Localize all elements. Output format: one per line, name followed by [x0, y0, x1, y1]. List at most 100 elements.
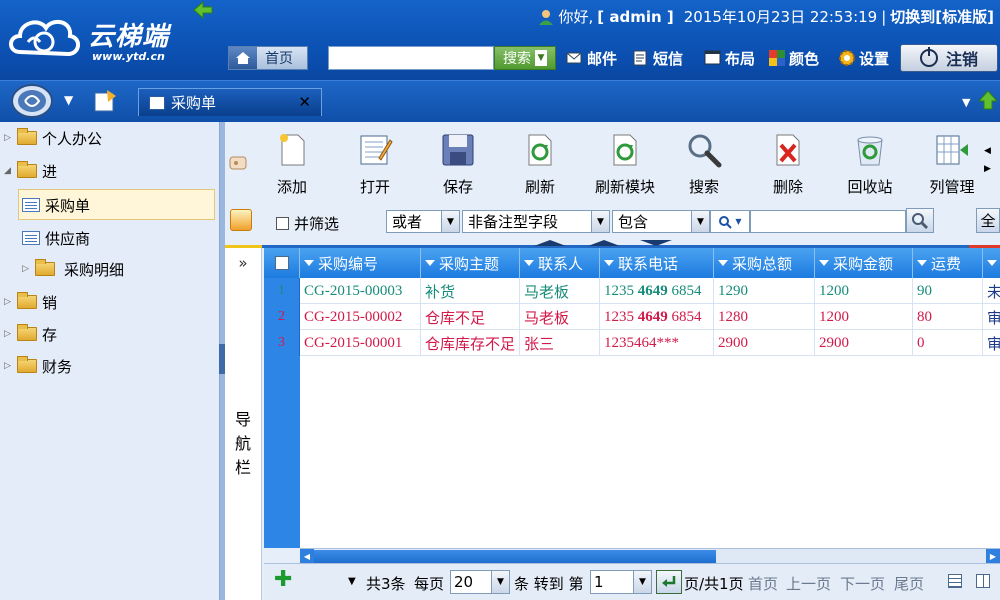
toolbar-scroll-arrows[interactable]: ◀ ▶ [984, 142, 991, 178]
collapse-caret-icon[interactable]: ◢ [4, 166, 12, 176]
checkbox[interactable] [274, 256, 289, 270]
refresh-button[interactable]: 刷新 [508, 132, 572, 198]
column-header-amount[interactable]: 采购金额 [815, 248, 913, 278]
back-arrow-icon[interactable] [192, 0, 214, 20]
go-page-button[interactable] [656, 570, 682, 594]
column-header-total[interactable]: 采购总额 [714, 248, 815, 278]
tree-item-sales[interactable]: ▷ 销 [4, 289, 57, 315]
column-header-contact[interactable]: 联系人 [520, 248, 600, 278]
add-button[interactable]: 添加 [260, 132, 324, 198]
save-button[interactable]: 保存 [426, 132, 490, 198]
expand-caret-icon[interactable]: ▷ [4, 329, 12, 339]
table-row[interactable]: 2 CG-2015-00002 仓库不足 马老板 1235 4649 6854 … [264, 304, 1000, 330]
close-icon[interactable]: ✕ [298, 93, 311, 111]
tab-menu-dropdown-icon[interactable]: ▼ [962, 96, 970, 109]
tree-item-purchase-detail[interactable]: ▷ 采购明细 [22, 256, 124, 282]
parallel-filter-checkbox[interactable]: 并筛选 [276, 213, 339, 234]
pager-menu-icon[interactable]: ▼ [348, 576, 356, 587]
settings-button[interactable]: 设置 [838, 46, 889, 70]
column-header-phone[interactable]: 联系电话 [600, 248, 714, 278]
color-button[interactable]: 颜色 [768, 46, 819, 70]
sort-dropdown-icon[interactable] [524, 260, 534, 266]
chevron-down-icon[interactable]: ▼ [691, 211, 709, 232]
column-header-status[interactable] [983, 248, 1000, 278]
expand-caret-icon[interactable]: ▷ [4, 361, 12, 371]
recycle-bin-button[interactable]: 回收站 [838, 132, 902, 198]
column-header-subject[interactable]: 采购主题 [421, 248, 520, 278]
home-button[interactable]: 首页 [228, 46, 308, 70]
last-page-link[interactable]: 尾页 [894, 573, 924, 594]
sort-dropdown-icon[interactable] [917, 260, 927, 266]
tree-item-purchase[interactable]: ◢ 进 [4, 158, 57, 184]
chevron-down-icon[interactable]: ▼ [535, 50, 547, 66]
select-all-checkbox[interactable] [264, 248, 300, 278]
column-header-freight[interactable]: 运费 [913, 248, 983, 278]
column-manage-button[interactable]: 列管理 [920, 132, 984, 198]
field-select[interactable]: 非备注型字段 ▼ [462, 210, 610, 233]
filter-all-button[interactable]: 全 [976, 208, 1000, 233]
filter-search-input[interactable] [750, 210, 906, 233]
expand-nav-icon[interactable]: » [225, 254, 261, 272]
tree-item-supplier[interactable]: 供应商 [22, 225, 90, 251]
tree-item-personal-office[interactable]: ▷ 个人办公 [4, 125, 102, 151]
scroll-left-icon[interactable]: ◀ [300, 549, 314, 564]
tree-item-purchase-order[interactable]: 采购单 [22, 192, 90, 218]
tree-item-inventory[interactable]: ▷ 存 [4, 321, 57, 347]
column-header-code[interactable]: 采购编号 [300, 248, 421, 278]
expand-caret-icon[interactable]: ▷ [22, 264, 30, 274]
cell-freight: 90 [913, 278, 983, 304]
logout-button[interactable]: 注销 [900, 44, 998, 72]
tree-item-finance[interactable]: ▷ 财务 [4, 353, 72, 379]
cell-total: 1280 [714, 304, 815, 330]
sort-dropdown-icon[interactable] [425, 260, 435, 266]
horizontal-scrollbar[interactable]: ◀ ▶ [300, 548, 1000, 564]
table-row[interactable]: 3 CG-2015-00001 仓库库存不足 张三 1235464*** 290… [264, 330, 1000, 356]
chevron-down-icon[interactable]: ▼ [491, 571, 509, 593]
mail-button[interactable]: 邮件 [566, 46, 617, 70]
global-search-input[interactable] [328, 46, 494, 70]
tab-purchase-order[interactable]: 采购单 ✕ [138, 88, 322, 116]
form-view-icon[interactable] [976, 574, 990, 588]
logic-select[interactable]: 或者 ▼ [386, 210, 460, 233]
layout-button[interactable]: 布局 [704, 46, 755, 70]
scroll-right-icon[interactable]: ▶ [986, 549, 1000, 564]
operator-select[interactable]: 包含 ▼ [612, 210, 710, 233]
sms-button[interactable]: 短信 [632, 46, 683, 70]
delete-button[interactable]: 删除 [756, 132, 820, 198]
table-row[interactable]: 1 CG-2015-00003 补货 马老板 1235 4649 6854 12… [264, 278, 1000, 304]
chevron-down-icon[interactable]: ▼ [633, 571, 651, 593]
first-page-link[interactable]: 首页 [748, 573, 778, 594]
page-select[interactable]: 1 ▼ [590, 570, 652, 594]
expand-caret-icon[interactable]: ▷ [4, 297, 12, 307]
expand-caret-icon[interactable]: ▷ [4, 133, 12, 143]
filter-search-button[interactable] [906, 208, 934, 233]
chevron-down-icon[interactable]: ▼ [591, 211, 609, 232]
phone-part-bold: 4649 [637, 282, 668, 299]
new-tab-icon[interactable] [92, 88, 118, 114]
chevron-down-icon[interactable]: ▼ [64, 93, 73, 107]
chevron-down-icon[interactable]: ▼ [441, 211, 459, 232]
start-orb-icon[interactable] [10, 83, 54, 119]
add-row-icon[interactable]: ✚ [274, 569, 294, 591]
collapse-up-arrow-icon[interactable] [978, 89, 998, 111]
sort-dropdown-icon[interactable] [819, 260, 829, 266]
per-page-select[interactable]: 20 ▼ [450, 570, 510, 594]
refresh-module-button[interactable]: 刷新模块 [590, 132, 660, 198]
checkbox[interactable] [276, 217, 289, 230]
scrollbar-thumb[interactable] [314, 550, 716, 563]
sort-dropdown-icon[interactable] [987, 260, 997, 266]
sort-dropdown-icon[interactable] [718, 260, 728, 266]
nav-strip-label[interactable]: 导航栏 [225, 408, 261, 480]
search-mode-dropdown[interactable]: ▼ [710, 210, 750, 233]
sort-dropdown-icon[interactable] [604, 260, 614, 266]
open-button[interactable]: 打开 [343, 132, 407, 198]
prev-page-link[interactable]: 上一页 [786, 573, 831, 594]
grid-view-icon[interactable] [948, 574, 962, 588]
toolbar-handle-icon[interactable] [228, 153, 248, 173]
switch-edition-link[interactable]: 切换到[标准版] [890, 6, 994, 27]
search-button[interactable]: 搜索 [672, 132, 736, 198]
filter-settings-icon[interactable] [230, 209, 252, 231]
next-page-link[interactable]: 下一页 [840, 573, 885, 594]
global-search-button[interactable]: 搜索 ▼ [494, 46, 556, 70]
sort-dropdown-icon[interactable] [304, 260, 314, 266]
